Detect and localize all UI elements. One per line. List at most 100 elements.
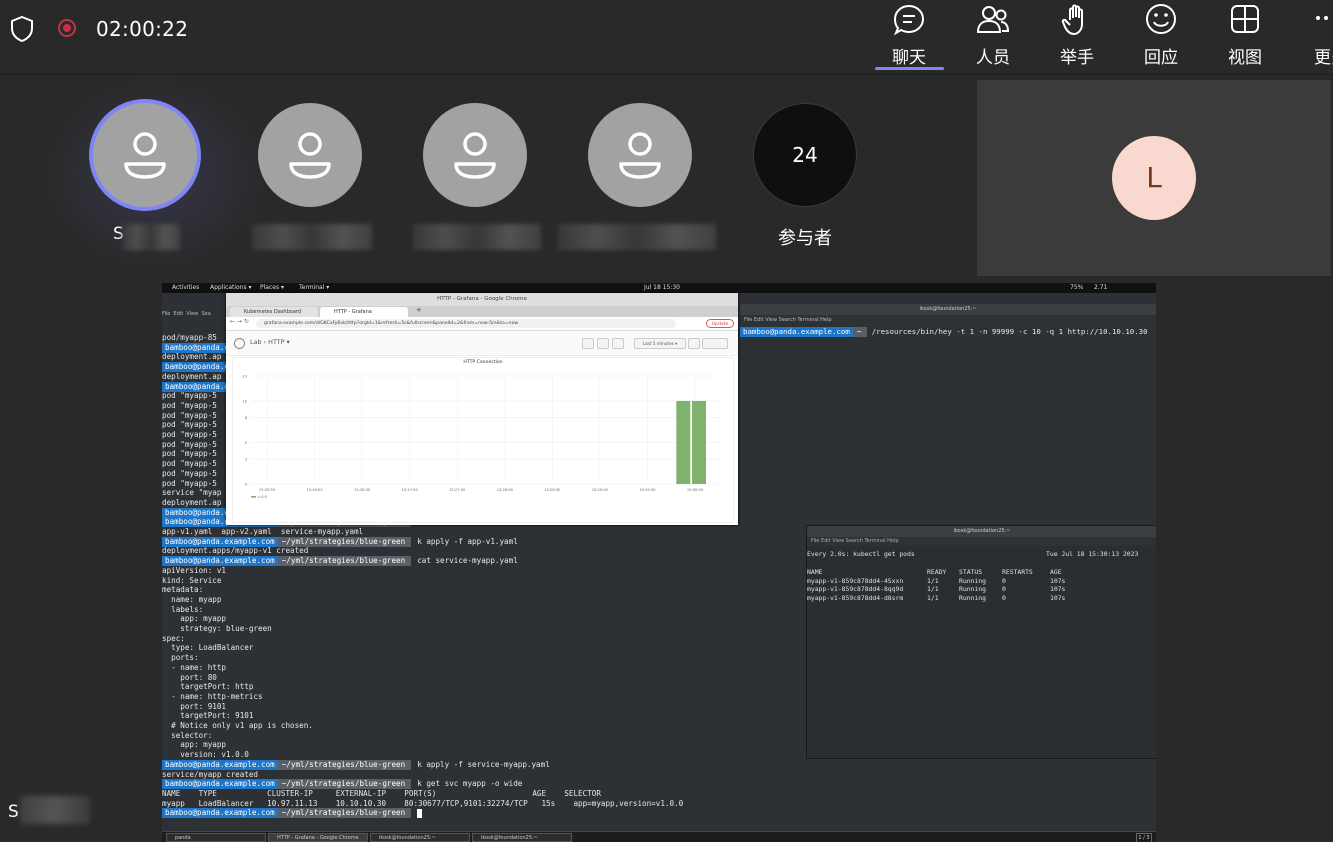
applications-menu: Applications ▾ [210,284,252,291]
terminal-line: pod "myapp-5 [162,439,217,449]
taskbar-item[interactable]: ikosk@foundation25:~ [370,833,470,842]
shield-icon[interactable] [10,16,34,42]
taskbar-item[interactable]: ikosk@foundation25:~ [472,833,572,842]
shared-screen: Activities Applications ▾ Places ▾ Termi… [162,283,1156,842]
participants-overflow-count[interactable]: 24 [753,103,857,207]
participant-name-blurred [252,224,372,250]
terminal-command: k apply -f app-v1.yaml [417,536,518,546]
terminal-line: bamboo@panda.example.com~/yml/strategies… [162,808,423,819]
active-tab-indicator [875,67,944,70]
table-header-cell: STATUS [959,568,983,576]
terminal-line: pod "myapp-5 [162,391,217,401]
tab-kubernetes-dashboard[interactable]: Kubernetes Dashboard [230,307,318,317]
view-button[interactable]: 视图 [1210,0,1280,74]
terminal-command [411,808,423,818]
tab-http-grafana[interactable]: HTTP - Grafana [320,307,408,317]
battery-level: 75% [1070,284,1084,291]
participants-overflow-label: 参与者 [778,228,832,249]
terminal-line: kind: Service [162,575,222,585]
refresh-icon[interactable] [702,338,728,349]
grafana-header: Lab › HTTP ▾ Last 5 minutes ▾ [226,331,738,356]
chrome-title: HTTP - Grafana - Google Chrome [226,293,738,306]
terminal-line: bamboo@panda.example.com~/yml/strategies… [162,556,518,567]
terminal-line: - name: http [162,662,227,672]
legend-swatch [251,496,256,498]
chrome-window: HTTP - Grafana - Google Chrome Kubernete… [226,293,738,525]
terminal-command: cat service-myapp.yaml [417,556,518,566]
terminal-line: pod "myapp-5 [162,430,217,439]
terminal-line: pod "myapp-5 [162,459,217,469]
update-button[interactable]: Update [706,319,734,328]
terminal-line: app: myapp [162,740,227,750]
settings-icon[interactable] [612,338,624,349]
terminal-line: app-v1.yaml app-v2.yaml service-myapp.ya… [162,527,364,536]
watch-terminal: ikosk@foundation25:~ File Edit View Sear… [806,525,1156,759]
participant-avatar[interactable] [258,103,362,207]
terminal-line: bamboo@panda.example.com~/yml/strategies… [162,759,550,770]
terminal-line: myapp LoadBalancer 10.97.11.13 10.10.10.… [162,798,684,808]
dashboard-breadcrumb[interactable]: Lab › HTTP ▾ [250,338,290,346]
table-cell: 0 [1002,585,1006,593]
table-cell: 0 [1002,576,1006,585]
terminal-line: port: 80 [162,672,217,682]
taskbar-item[interactable]: HTTP - Grafana - Google Chrome [268,833,368,842]
terminal-line: deployment.ap [162,352,222,362]
chrome-tab-strip: Kubernetes Dashboard HTTP - Grafana + [226,306,738,317]
x-tick-label: 15:27:00 [402,488,419,492]
participant-avatar[interactable] [588,103,692,207]
terminal-line: targetPort: http [162,682,254,692]
chat-button[interactable]: 聊天 [874,0,944,74]
more-icon [1316,16,1328,20]
hey-command: /resources/bin/hey -t 1 -n 99999 -c 10 -… [871,327,1148,336]
presenter-name-initial: S [8,802,19,822]
raise-hand-button[interactable]: 举手 [1042,0,1112,74]
person-icon [289,132,331,179]
terminal-line: pod "myapp-5 [162,449,217,459]
view-label: 视图 [1228,48,1262,68]
self-video-tile[interactable]: L [977,80,1331,276]
x-tick-label: 15:27:30 [449,488,466,492]
indicator: 2.71 [1094,284,1108,291]
terminal-line: metadata: [162,585,204,595]
new-tab-icon[interactable]: + [416,306,422,314]
time-picker[interactable]: Last 5 minutes ▾ [634,338,686,349]
chrome-address-bar: ← → ↻ grafana.example.com/d/GKCxFy6vk/ht… [226,317,738,331]
x-tick-label: 15:25:50 [259,488,276,492]
terminal-line: pod "myapp-5 [162,410,217,420]
participant-name-blurred [413,224,541,250]
table-cell: 1/1 [927,585,939,593]
raise-hand-icon [1061,4,1083,35]
terminal-line: name: myapp [162,594,222,604]
participant-avatar[interactable] [93,103,197,207]
raise-hand-label: 举手 [1060,48,1094,68]
grafana-panel: HTTP Connection 0 3 5 8 10 13 15:25:50 15:26:00… [232,357,734,523]
zoom-out-icon[interactable] [688,338,700,349]
watch-header-right: Tue Jul 18 15:30:13 2023 [1046,550,1139,558]
x-tick-label: 15:26:00 [306,488,323,492]
share-icon[interactable] [582,338,594,349]
terminal-line: spec: [162,633,185,643]
terminal-line: deployment.ap [162,371,222,381]
terminal-line: bamboo@panda.example.com~/yml/strategies… [162,779,522,790]
save-icon[interactable] [597,338,609,349]
watch-terminal-title: ikosk@foundation25:~ [807,526,1156,537]
terminal-line: type: LoadBalancer [162,643,254,653]
taskbar-item[interactable]: panda [166,833,266,842]
terminal-line: app: myapp [162,614,227,624]
workspace-pager[interactable]: 1 / 3 [1136,833,1152,842]
activities-menu: Activities [172,284,200,291]
watch-terminal-menu: File Edit View Search Terminal Help [807,537,1156,546]
self-avatar: L [1112,136,1196,220]
react-button[interactable]: 回应 [1126,0,1196,74]
more-button[interactable]: 更多 [1294,0,1333,74]
table-cell: myapp-v1-859c878dd4-d8srm [807,593,904,602]
url-input[interactable]: grafana.example.com/d/GKCxFy6vk/http?org… [256,319,676,328]
terminal-line: NAME TYPE CLUSTER-IP EXTERNAL-IP PORT(S)… [162,788,601,798]
y-tick-label: 3 [245,458,247,462]
participant-avatar[interactable] [423,103,527,207]
table-cell: Running [959,593,986,602]
table-cell: Running [959,585,986,593]
nav-arrows-icon[interactable]: ← → ↻ [230,318,249,325]
back-icon[interactable] [234,338,245,349]
people-button[interactable]: 人员 [958,0,1028,74]
